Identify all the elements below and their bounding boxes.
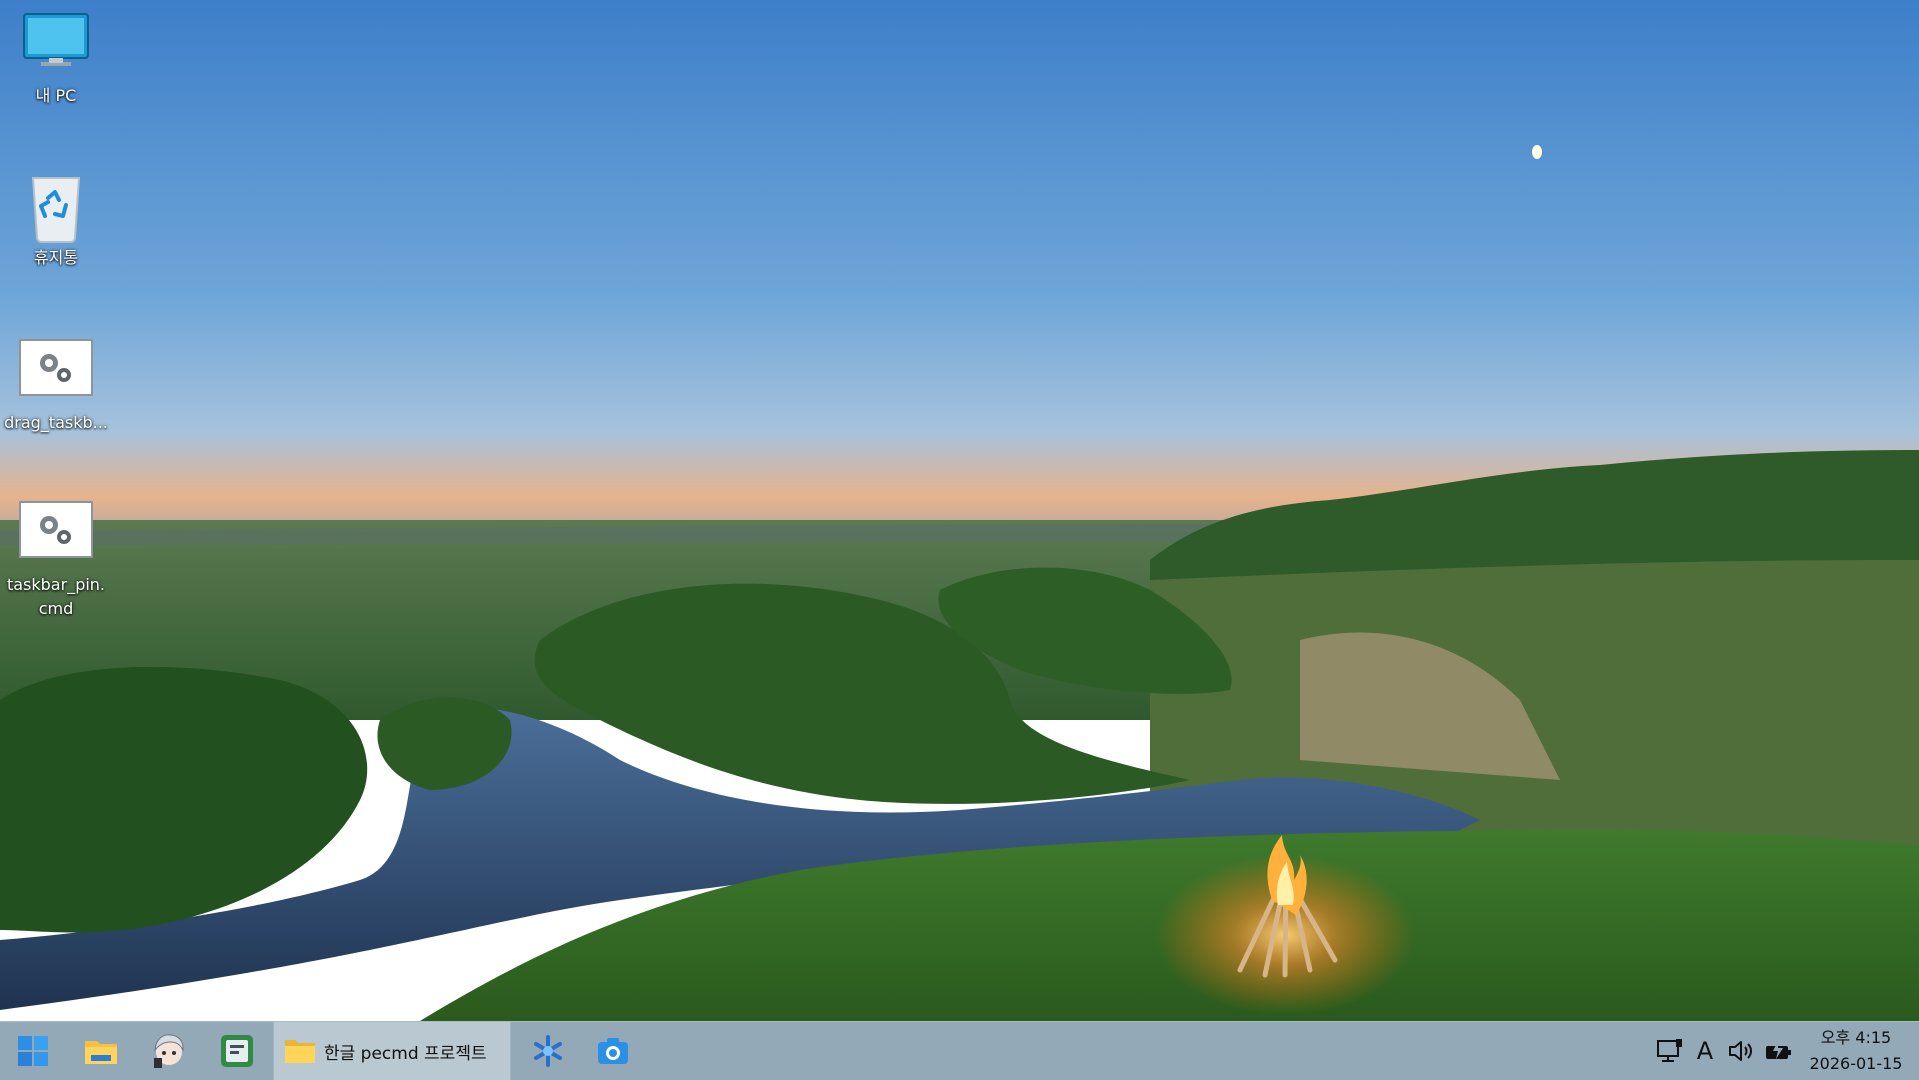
desktop-icon-drag-taskbar[interactable]: drag_taskb... bbox=[1, 337, 111, 435]
volume-icon bbox=[1729, 1041, 1752, 1061]
folder-icon bbox=[285, 1040, 315, 1063]
taskbar-camera-app-button[interactable] bbox=[590, 1028, 636, 1074]
desktop-icon-label: taskbar_pin.cmd bbox=[6, 575, 106, 618]
tray-ime-button[interactable]: A bbox=[1690, 1036, 1720, 1066]
taskbar: 한글 pecmd 프로젝트 A 오후 4:15 2026-01-15 bbox=[0, 1021, 1919, 1080]
battery-icon bbox=[1766, 1041, 1791, 1059]
start-button[interactable] bbox=[10, 1028, 56, 1074]
file-explorer-icon bbox=[85, 1041, 117, 1064]
windows-start-icon bbox=[18, 1036, 48, 1066]
taskbar-clock[interactable]: 오후 4:15 2026-01-15 bbox=[1796, 1025, 1916, 1077]
camera-app-icon bbox=[598, 1038, 628, 1064]
desktop-icon-my-pc[interactable]: 내 PC bbox=[1, 10, 111, 108]
desktop-icon-label: drag_taskb... bbox=[4, 413, 108, 432]
anime-avatar-app-icon bbox=[154, 1034, 184, 1068]
desktop-wallpaper bbox=[0, 0, 1919, 1021]
clock-date: 2026-01-15 bbox=[1809, 1054, 1903, 1073]
desktop-icon-recycle-bin[interactable]: 휴지통 bbox=[1, 172, 111, 270]
taskbar-window-hangul-pecmd-project[interactable]: 한글 pecmd 프로젝트 bbox=[273, 1022, 511, 1080]
taskbar-window-label: 한글 pecmd 프로젝트 bbox=[324, 1043, 487, 1064]
gear-file-icon bbox=[1, 337, 111, 411]
tray-network-button[interactable] bbox=[1655, 1036, 1685, 1066]
taskbar-file-explorer-button[interactable] bbox=[78, 1028, 124, 1074]
taskbar-terminal-app-button[interactable] bbox=[214, 1028, 260, 1074]
snowflake-app-icon bbox=[534, 1035, 562, 1067]
monitor-icon bbox=[1, 10, 111, 84]
tray-volume-button[interactable] bbox=[1726, 1036, 1758, 1066]
desktop-icon-taskbar-pin-cmd[interactable]: taskbar_pin.cmd bbox=[1, 499, 111, 621]
taskbar-snowflake-app-button[interactable] bbox=[525, 1028, 571, 1074]
tray-battery-button[interactable] bbox=[1762, 1036, 1794, 1066]
recycle-bin-icon bbox=[1, 172, 111, 246]
terminal-app-icon bbox=[221, 1035, 253, 1067]
clock-time: 오후 4:15 bbox=[1820, 1028, 1892, 1047]
desktop-icon-label: 휴지통 bbox=[33, 248, 79, 267]
gear-file-icon bbox=[1, 499, 111, 573]
desktop-icon-label: 내 PC bbox=[35, 86, 77, 105]
network-icon bbox=[1657, 1039, 1682, 1062]
taskbar-avatar-app-button[interactable] bbox=[146, 1028, 192, 1074]
